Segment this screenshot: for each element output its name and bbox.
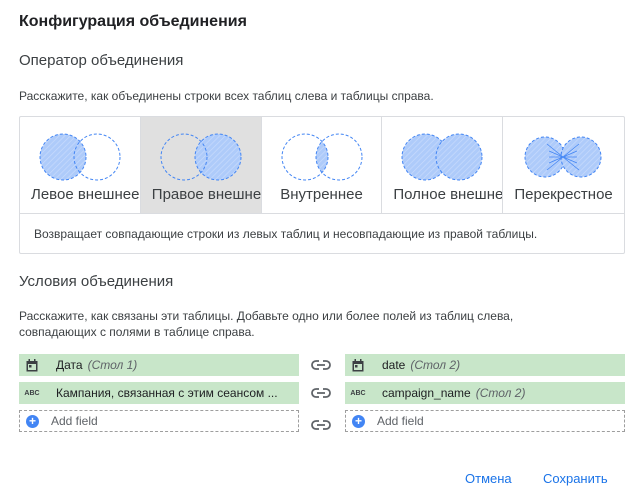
- join-conditions-description-line: Расскажите, как связаны эти таблицы. Доб…: [19, 309, 514, 323]
- field-table: (Стол 2): [475, 386, 526, 400]
- full-join-icon: [401, 133, 483, 181]
- link-icon: [311, 360, 331, 370]
- abc-text: ABC: [350, 389, 366, 397]
- calendar-icon: [25, 358, 39, 372]
- join-type-cross[interactable]: Перекрестное: [503, 117, 624, 213]
- join-type-label: Внутреннее: [280, 186, 363, 203]
- join-type-inner[interactable]: Внутреннее: [262, 117, 383, 213]
- calendar-icon: [351, 358, 365, 372]
- abc-text-icon: ABC: [24, 389, 40, 397]
- add-field-label: Add field: [377, 414, 424, 428]
- cross-join-icon: [524, 136, 602, 178]
- join-type-left-outer[interactable]: Левое внешнее: [20, 117, 141, 213]
- left-field-campaign[interactable]: ABC Кампания, связанная с этим сеансом .…: [19, 382, 299, 404]
- abc-text-icon: ABC: [350, 389, 366, 397]
- join-type-label: Перекрестное: [514, 186, 613, 203]
- join-conditions-description-line: совпадающих с полями в таблице справа.: [19, 325, 255, 339]
- link-icon: [311, 388, 331, 398]
- join-type-description: Возвращает совпадающие строки из левых т…: [34, 227, 538, 241]
- field-name: campaign_name: [382, 386, 471, 400]
- join-type-label: Полное внешнее: [393, 186, 504, 203]
- abc-text: ABC: [24, 389, 40, 397]
- join-operator-box: Левое внешнее Правое внешнее Внутреннее …: [19, 116, 625, 254]
- join-operator-title: Оператор объединения: [19, 52, 184, 69]
- join-type-label: Левое внешнее: [31, 186, 140, 203]
- field-table: (Стол 1): [87, 358, 138, 372]
- right-join-icon: [160, 133, 242, 181]
- join-type-full-outer[interactable]: Полное внешнее: [382, 117, 504, 213]
- dialog-title: Конфигурация объединения: [19, 13, 247, 30]
- link-icon: [311, 420, 331, 430]
- join-conditions-title: Условия объединения: [19, 273, 174, 290]
- field-table: (Стол 2): [410, 358, 461, 372]
- save-button[interactable]: Сохранить: [543, 471, 608, 486]
- field-name: date: [382, 358, 406, 372]
- right-field-date[interactable]: date (Стол 2): [345, 354, 625, 376]
- join-conditions-description: Расскажите, как связаны эти таблицы. Доб…: [19, 308, 513, 340]
- join-type-label: Правое внешнее: [151, 186, 262, 203]
- right-field-campaign[interactable]: ABC campaign_name (Стол 2): [345, 382, 625, 404]
- inner-join-icon: [281, 133, 363, 181]
- left-field-date[interactable]: Дата (Стол 1): [19, 354, 299, 376]
- add-icon: +: [352, 414, 365, 428]
- left-join-icon: [39, 133, 121, 181]
- add-icon: +: [26, 414, 39, 428]
- join-operator-description: Расскажите, как объединены строки всех т…: [19, 89, 434, 103]
- cancel-button[interactable]: Отмена: [465, 471, 512, 486]
- field-name: Дата: [56, 358, 83, 372]
- left-add-field[interactable]: + Add field: [19, 410, 299, 432]
- field-name: Кампания, связанная с этим сеансом ...: [56, 386, 278, 400]
- join-type-selector: Левое внешнее Правое внешнее Внутреннее …: [20, 117, 624, 214]
- join-type-right-outer[interactable]: Правое внешнее: [140, 117, 262, 213]
- add-field-label: Add field: [51, 414, 98, 428]
- right-add-field[interactable]: + Add field: [345, 410, 625, 432]
